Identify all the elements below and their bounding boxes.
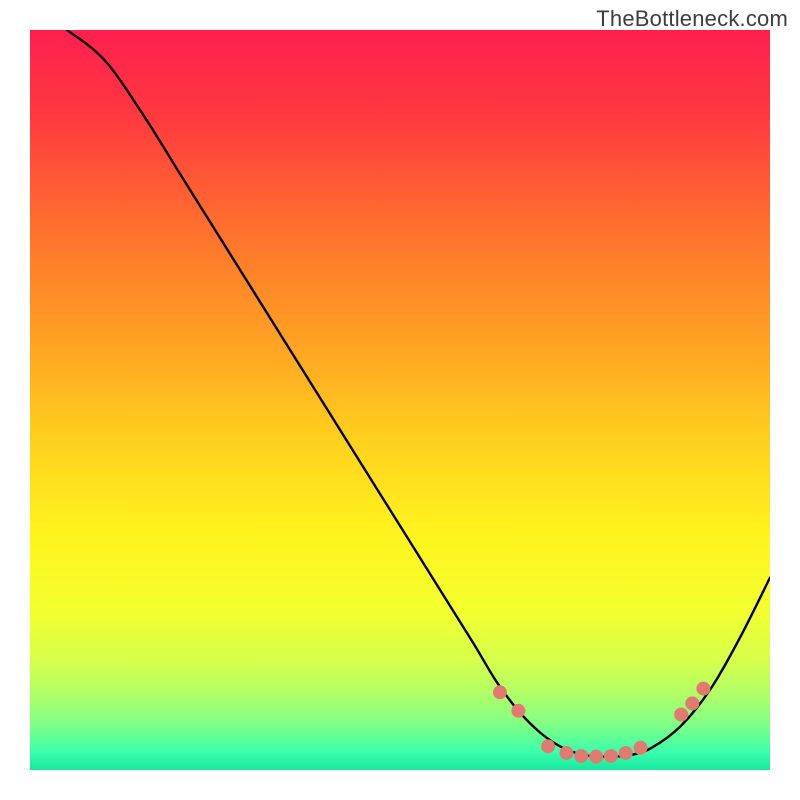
marker-dot [604, 749, 618, 763]
marker-dot [674, 708, 688, 722]
marker-dot [696, 682, 710, 696]
marker-dot [493, 685, 507, 699]
chart-frame: TheBottleneck.com [0, 0, 800, 800]
chart-svg [0, 0, 800, 800]
marker-dot [541, 739, 555, 753]
marker-dot [619, 746, 633, 760]
marker-dot [574, 749, 588, 763]
marker-dot [511, 704, 525, 718]
chart-background [30, 30, 770, 770]
marker-dot [634, 741, 648, 755]
marker-dot [560, 746, 574, 760]
watermark-text: TheBottleneck.com [596, 6, 788, 32]
marker-dot [589, 750, 603, 764]
marker-dot [685, 696, 699, 710]
